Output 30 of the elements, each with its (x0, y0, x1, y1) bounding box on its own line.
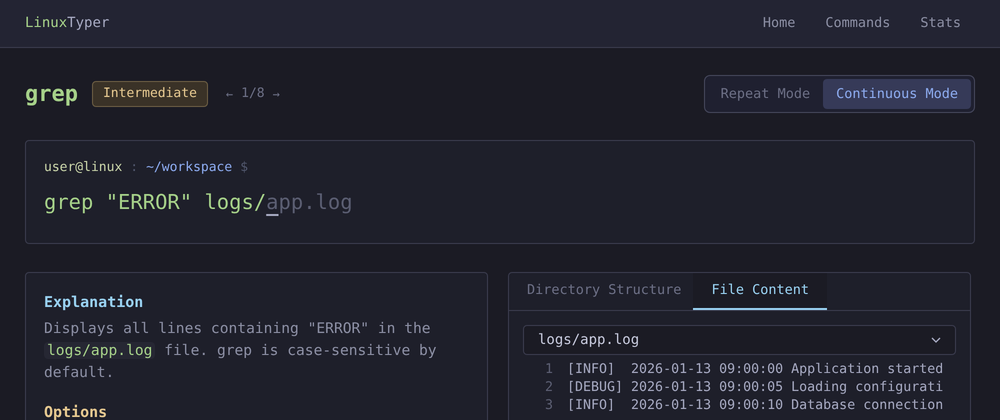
panel-tab[interactable]: Directory Structure (515, 273, 694, 310)
app-logo[interactable]: LinuxTyper (25, 13, 110, 34)
chevron-down-icon (931, 337, 941, 343)
section-heading: Options (44, 402, 108, 420)
explanation-text: Displays all lines containing "ERROR" in the logs/app.log file. grep is case-sensitive by default. (44, 318, 438, 382)
nav-link[interactable]: Home (762, 13, 796, 34)
panel-tab[interactable]: File Content (693, 273, 827, 310)
log-line: [DEBUG] 2026-01-13 09:00:05 Loading configurati (567, 379, 944, 397)
terminal-path: ~/workspace (146, 159, 232, 177)
line-number: 2 (544, 379, 554, 397)
file-select[interactable]: logs/app.log (523, 325, 956, 355)
log-line: [INFO] 2026-01-13 09:00:10 Database connection (567, 397, 944, 415)
nav-link[interactable]: Stats (920, 13, 961, 34)
terminal-separator: : (130, 159, 138, 177)
command-input[interactable]: grep "ERROR" logs/app.log (44, 186, 353, 218)
mode-tab[interactable]: Repeat Mode (708, 78, 824, 110)
previous-button[interactable]: ← (226, 85, 234, 103)
nav-link[interactable]: Commands (825, 13, 890, 34)
next-button[interactable]: → (272, 85, 280, 103)
command-title: grep (25, 80, 78, 108)
code-snippet: logs/app.log (44, 342, 156, 358)
mode-tab[interactable]: Continuous Mode (823, 78, 971, 110)
terminal-user: user@linux (44, 159, 122, 177)
section-heading: Explanation (44, 292, 144, 313)
line-number: 1 (544, 361, 554, 379)
command-counter: 1/8 (241, 85, 265, 104)
difficulty-tag: Intermediate (92, 81, 208, 107)
terminal-prompt: $ (240, 159, 248, 177)
log-line: [INFO] 2026-01-13 09:00:00 Application started (567, 361, 944, 379)
line-number: 3 (544, 397, 554, 415)
